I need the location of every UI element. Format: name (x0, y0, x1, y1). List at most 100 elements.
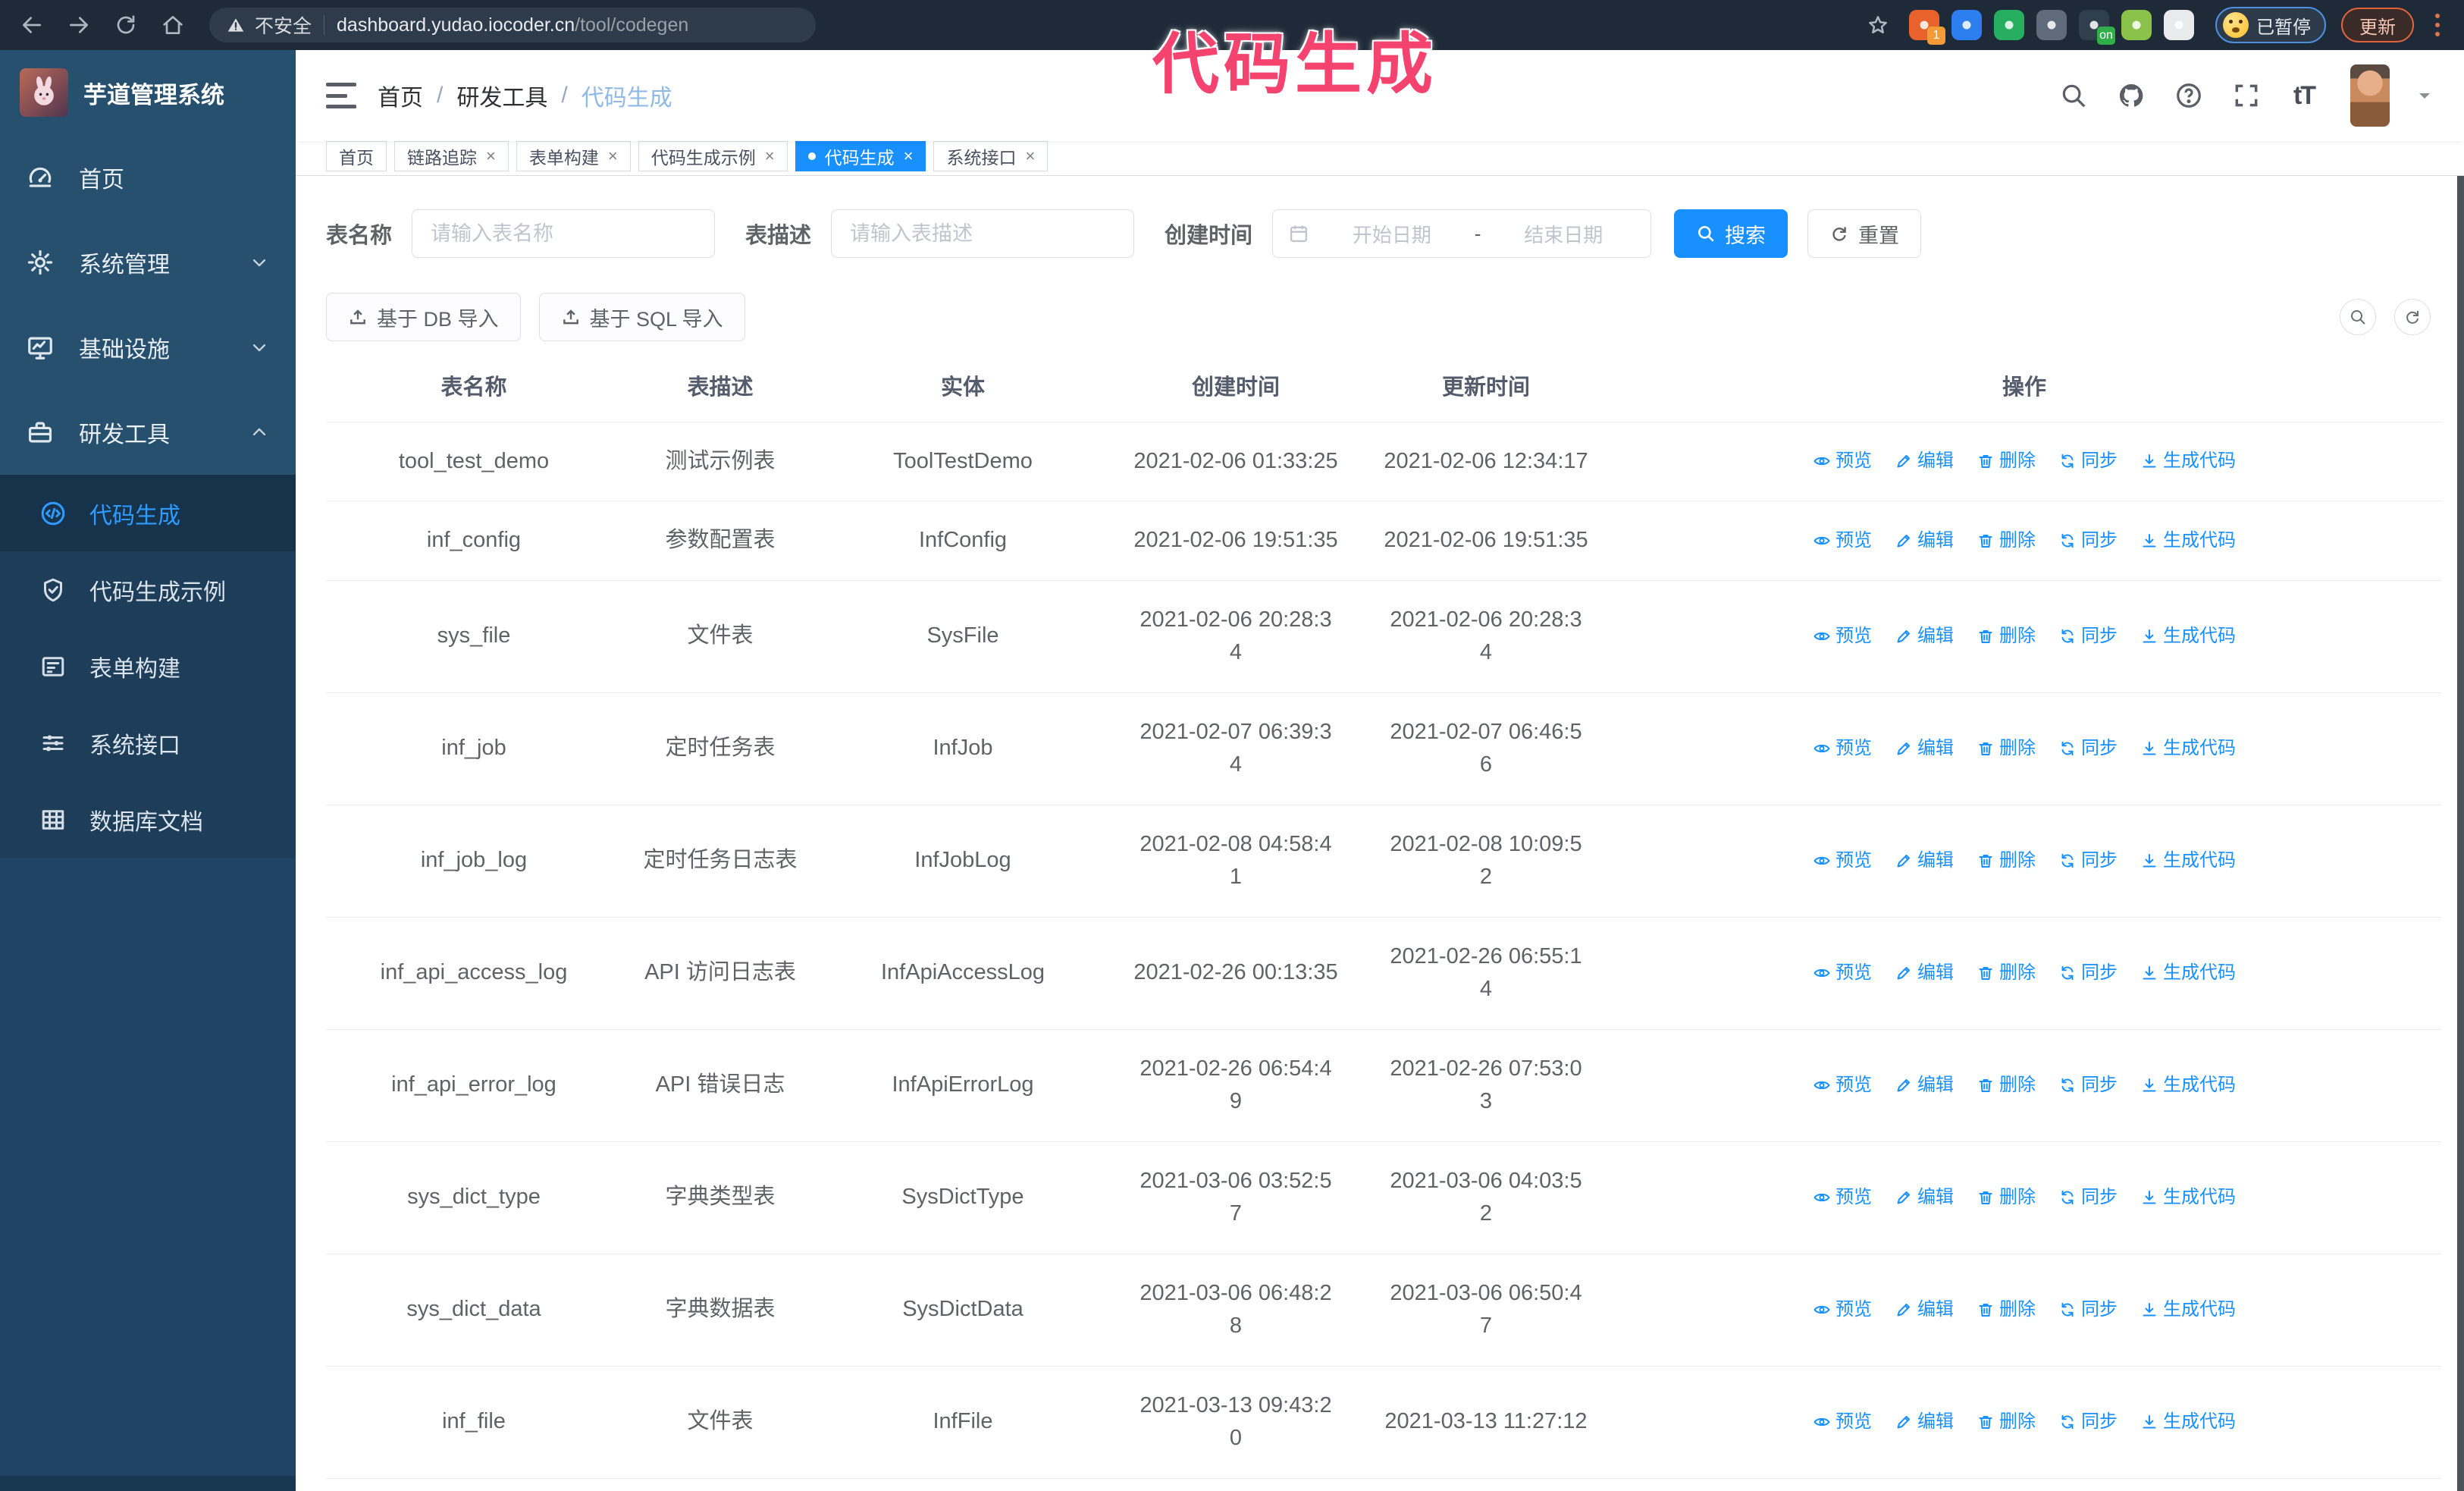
help-icon[interactable] (2173, 80, 2205, 111)
github-icon[interactable] (2115, 80, 2147, 111)
action-预览[interactable]: 预览 (1813, 1408, 1872, 1436)
tab-表单构建[interactable]: 表单构建 × (516, 141, 631, 171)
close-icon[interactable]: × (765, 148, 775, 165)
action-同步[interactable]: 同步 (2058, 623, 2118, 650)
action-删除[interactable]: 删除 (1977, 1408, 2036, 1436)
sidebar-subitem-系统接口[interactable]: 系统接口 (0, 705, 296, 781)
reload-icon[interactable] (108, 7, 144, 43)
action-编辑[interactable]: 编辑 (1895, 959, 1954, 987)
ext-check-icon[interactable] (1994, 10, 2024, 40)
action-编辑[interactable]: 编辑 (1895, 447, 1954, 475)
action-编辑[interactable]: 编辑 (1895, 1072, 1954, 1099)
action-同步[interactable]: 同步 (2058, 1408, 2118, 1436)
ext-grid-icon[interactable] (2036, 10, 2067, 40)
browser-update-button[interactable]: 更新 (2341, 8, 2414, 42)
action-生成代码[interactable]: 生成代码 (2140, 1184, 2236, 1211)
ext-diamond-icon[interactable] (1951, 10, 1982, 40)
sidebar-item-home[interactable]: 首页 (0, 135, 296, 220)
end-date-input[interactable]: 结束日期 (1491, 220, 1635, 248)
import-sql-button[interactable]: 基于 SQL 导入 (538, 293, 745, 341)
action-同步[interactable]: 同步 (2058, 1296, 2118, 1323)
action-生成代码[interactable]: 生成代码 (2140, 847, 2236, 874)
action-同步[interactable]: 同步 (2058, 447, 2118, 475)
table-name-input[interactable] (412, 209, 716, 258)
action-删除[interactable]: 删除 (1977, 847, 2036, 874)
close-icon[interactable]: × (486, 148, 496, 165)
start-date-input[interactable]: 开始日期 (1320, 220, 1464, 248)
action-预览[interactable]: 预览 (1813, 623, 1872, 650)
search-button[interactable]: 搜索 (1674, 209, 1788, 258)
action-预览[interactable]: 预览 (1813, 527, 1872, 554)
action-生成代码[interactable]: 生成代码 (2140, 623, 2236, 650)
tab-代码生成示例[interactable]: 代码生成示例 × (638, 141, 788, 171)
action-预览[interactable]: 预览 (1813, 735, 1872, 762)
action-预览[interactable]: 预览 (1813, 447, 1872, 475)
table-desc-input[interactable] (831, 209, 1135, 258)
action-生成代码[interactable]: 生成代码 (2140, 1408, 2236, 1436)
action-删除[interactable]: 删除 (1977, 1184, 2036, 1211)
sidebar-subitem-表单构建[interactable]: 表单构建 (0, 628, 296, 705)
action-同步[interactable]: 同步 (2058, 735, 2118, 762)
browser-menu-icon[interactable] (2425, 8, 2450, 42)
home-icon[interactable] (155, 7, 191, 43)
font-size-icon[interactable]: tT (2288, 80, 2320, 111)
action-编辑[interactable]: 编辑 (1895, 847, 1954, 874)
ext-puzzle-icon[interactable] (2164, 10, 2194, 40)
action-编辑[interactable]: 编辑 (1895, 1296, 1954, 1323)
show-search-toggle-button[interactable] (2340, 299, 2376, 335)
date-range-picker[interactable]: 开始日期 - 结束日期 (1272, 209, 1652, 258)
close-icon[interactable]: × (904, 148, 914, 165)
action-同步[interactable]: 同步 (2058, 527, 2118, 554)
tab-系统接口[interactable]: 系统接口 × (933, 141, 1049, 171)
ext-switch-icon[interactable]: on (2079, 10, 2115, 45)
profile-chip[interactable]: 已暂停 (2215, 7, 2326, 43)
action-同步[interactable]: 同步 (2058, 1184, 2118, 1211)
forward-icon[interactable] (61, 7, 97, 43)
action-编辑[interactable]: 编辑 (1895, 623, 1954, 650)
reset-button[interactable]: 重置 (1807, 209, 1922, 258)
sidebar-item-基础设施[interactable]: 基础设施 (0, 305, 296, 390)
fullscreen-icon[interactable] (2230, 80, 2262, 111)
tab-代码生成[interactable]: 代码生成 × (795, 141, 926, 171)
bookmark-star-icon[interactable] (1867, 14, 1889, 36)
ext-key-icon[interactable] (2121, 10, 2152, 40)
action-预览[interactable]: 预览 (1813, 847, 1872, 874)
action-删除[interactable]: 删除 (1977, 735, 2036, 762)
action-预览[interactable]: 预览 (1813, 1072, 1872, 1099)
sidebar-subitem-代码生成示例[interactable]: 代码生成示例 (0, 551, 296, 628)
address-bar[interactable]: 不安全 dashboard.yudao.iocoder.cn/tool/code… (209, 8, 816, 42)
action-删除[interactable]: 删除 (1977, 1296, 2036, 1323)
user-avatar[interactable] (2350, 64, 2390, 127)
action-同步[interactable]: 同步 (2058, 1072, 2118, 1099)
action-生成代码[interactable]: 生成代码 (2140, 1072, 2236, 1099)
action-生成代码[interactable]: 生成代码 (2140, 735, 2236, 762)
action-删除[interactable]: 删除 (1977, 623, 2036, 650)
sidebar-item-系统管理[interactable]: 系统管理 (0, 220, 296, 305)
action-删除[interactable]: 删除 (1977, 1072, 2036, 1099)
tab-首页[interactable]: 首页 (326, 141, 387, 171)
import-db-button[interactable]: 基于 DB 导入 (326, 293, 521, 341)
sidebar-item-研发工具[interactable]: 研发工具 (0, 390, 296, 475)
action-生成代码[interactable]: 生成代码 (2140, 527, 2236, 554)
action-删除[interactable]: 删除 (1977, 959, 2036, 987)
scrollbar[interactable] (2457, 50, 2464, 1491)
action-编辑[interactable]: 编辑 (1895, 735, 1954, 762)
action-编辑[interactable]: 编辑 (1895, 1408, 1954, 1436)
ext-orange-icon[interactable]: 1 (1909, 10, 1945, 45)
sidebar-subitem-代码生成[interactable]: 代码生成 (0, 475, 296, 551)
tab-链路追踪[interactable]: 链路追踪 × (394, 141, 509, 171)
back-icon[interactable] (14, 7, 50, 43)
close-icon[interactable]: × (608, 148, 618, 165)
action-生成代码[interactable]: 生成代码 (2140, 447, 2236, 475)
search-icon[interactable] (2058, 80, 2089, 111)
breadcrumb-home[interactable]: 首页 (378, 79, 423, 112)
sidebar-subitem-数据库文档[interactable]: 数据库文档 (0, 781, 296, 858)
chevron-down-icon[interactable] (2415, 86, 2434, 105)
app-logo-row[interactable]: 芋道管理系统 (0, 50, 296, 135)
action-删除[interactable]: 删除 (1977, 527, 2036, 554)
hamburger-menu-icon[interactable] (326, 83, 356, 108)
action-生成代码[interactable]: 生成代码 (2140, 1296, 2236, 1323)
action-预览[interactable]: 预览 (1813, 1296, 1872, 1323)
action-预览[interactable]: 预览 (1813, 1184, 1872, 1211)
action-预览[interactable]: 预览 (1813, 959, 1872, 987)
